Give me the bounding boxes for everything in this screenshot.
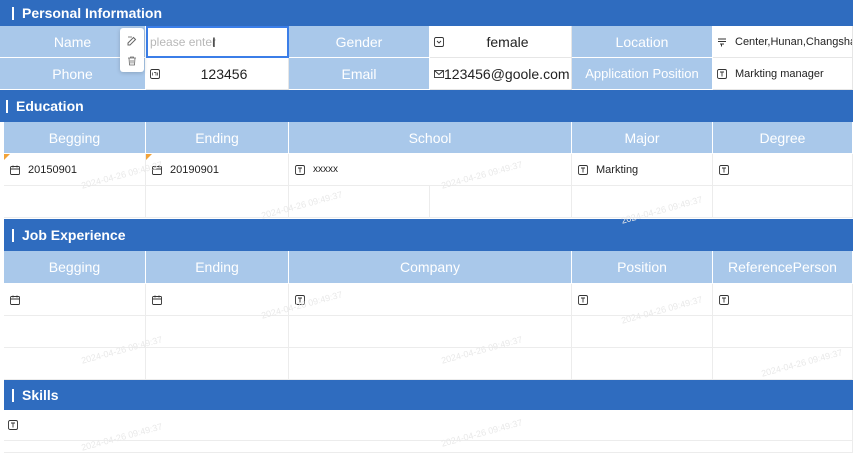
education-school-cell[interactable]: xxxxx (289, 154, 572, 186)
job-reference-person-cell[interactable] (713, 284, 853, 316)
text-field-icon (719, 294, 729, 305)
empty-cell[interactable] (713, 316, 853, 348)
text-cursor-icon: I (212, 34, 216, 50)
empty-cell[interactable] (4, 186, 146, 218)
dropdown-icon (434, 36, 444, 47)
education-header-begging: Begging (4, 122, 146, 154)
empty-cell[interactable] (572, 316, 713, 348)
row-action-toolbar (120, 28, 144, 72)
application-position-value: Markting manager (735, 67, 824, 80)
calendar-icon (10, 165, 20, 175)
job-end-cell[interactable] (146, 284, 289, 316)
text-field-icon (295, 294, 305, 305)
job-header-reference-person: ReferencePerson (713, 251, 853, 284)
text-field-icon (578, 294, 588, 305)
section-bar (12, 228, 14, 242)
education-begin-cell[interactable]: 20150901 (4, 154, 146, 186)
skills-cell[interactable] (4, 410, 853, 441)
section-header-job-experience: Job Experience (4, 219, 853, 251)
location-field[interactable]: Center,Hunan,Changsha (713, 26, 853, 58)
name-placeholder: please enter (150, 35, 217, 49)
section-title: Skills (22, 387, 59, 403)
empty-cell[interactable] (713, 186, 853, 218)
text-field-icon (8, 420, 18, 430)
calendar-icon (152, 295, 162, 305)
calendar-icon (10, 295, 20, 305)
location-value: Center,Hunan,Changsha (735, 35, 853, 48)
empty-cell[interactable] (572, 348, 713, 380)
job-header-position: Position (572, 251, 713, 284)
education-degree-cell[interactable] (713, 154, 853, 186)
location-icon (717, 37, 727, 47)
job-header-begging: Begging (4, 251, 146, 284)
phone-field[interactable]: 123456 (146, 58, 289, 90)
job-header-ending: Ending (146, 251, 289, 284)
empty-cell[interactable] (289, 186, 430, 218)
section-header-personal-information: Personal Information (0, 0, 853, 26)
section-header-education: Education (0, 90, 853, 122)
phone-value: 123456 (200, 65, 248, 82)
education-end-cell[interactable]: 20190901 (146, 154, 289, 186)
empty-cell[interactable] (713, 348, 853, 380)
mail-icon (434, 69, 444, 79)
text-field-icon (717, 68, 727, 79)
empty-cell[interactable] (146, 348, 289, 380)
email-label: Email (289, 58, 430, 90)
education-major-value: Markting (596, 163, 639, 176)
empty-cell[interactable] (289, 316, 572, 348)
section-bar (12, 6, 14, 20)
job-position-cell[interactable] (572, 284, 713, 316)
education-header-ending: Ending (146, 122, 289, 154)
education-major-cell[interactable]: Markting (572, 154, 713, 186)
empty-cell[interactable] (4, 441, 853, 453)
education-header-degree: Degree (713, 122, 853, 154)
location-label: Location (572, 26, 713, 58)
education-begin-value: 20150901 (28, 163, 77, 176)
gender-select[interactable]: female (430, 26, 572, 58)
email-value: 123456@goole.com (444, 65, 570, 82)
section-bar (12, 388, 14, 402)
job-header-company: Company (289, 251, 572, 284)
empty-cell[interactable] (572, 186, 713, 218)
application-position-field[interactable]: Markting manager (713, 58, 853, 90)
empty-cell[interactable] (146, 186, 289, 218)
empty-cell[interactable] (4, 348, 146, 380)
section-title: Education (16, 98, 84, 114)
number-icon (150, 68, 160, 79)
section-title: Personal Information (22, 5, 163, 21)
email-field[interactable]: 123456@goole.com (430, 58, 572, 90)
education-header-major: Major (572, 122, 713, 154)
text-field-icon (578, 164, 588, 175)
calendar-icon (152, 165, 162, 175)
delete-icon[interactable] (127, 53, 137, 66)
education-school-value: xxxxx (313, 164, 338, 175)
application-position-label: Application Position (572, 58, 713, 90)
job-company-cell[interactable] (289, 284, 572, 316)
empty-cell[interactable] (289, 348, 572, 380)
empty-cell[interactable] (430, 186, 572, 218)
name-field[interactable]: please enter I (146, 26, 289, 58)
section-bar (6, 99, 8, 113)
section-title: Job Experience (22, 227, 126, 243)
comment-marker (146, 154, 152, 160)
empty-cell[interactable] (146, 316, 289, 348)
text-field-icon (719, 164, 729, 175)
job-begin-cell[interactable] (4, 284, 146, 316)
gender-label: Gender (289, 26, 430, 58)
edit-icon[interactable] (127, 33, 137, 46)
education-end-value: 20190901 (170, 163, 219, 176)
comment-marker (4, 154, 10, 160)
gender-value: female (486, 33, 529, 50)
education-header-school: School (289, 122, 572, 154)
empty-cell[interactable] (4, 316, 146, 348)
text-field-icon (295, 164, 305, 175)
section-header-skills: Skills (4, 380, 853, 410)
